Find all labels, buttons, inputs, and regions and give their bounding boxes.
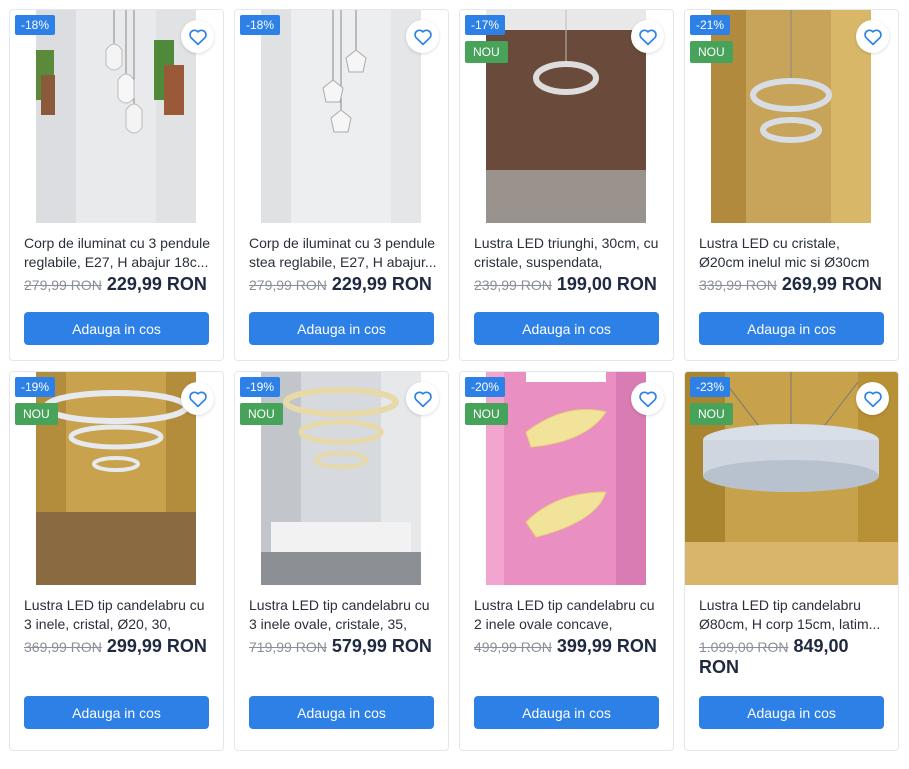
old-price: 369,99 RON: [24, 639, 102, 655]
heart-outline-icon: [638, 391, 657, 407]
new-badge: NOU: [465, 403, 508, 425]
product-photo: [36, 372, 196, 585]
product-card[interactable]: -21% NOU Lustra LED cu cristale, Ø20cm i…: [684, 9, 899, 361]
discount-badge: -17%: [465, 15, 506, 35]
product-card[interactable]: -17% NOU Lustra LED triunghi, 30cm, cu c…: [459, 9, 674, 361]
discount-badge: -18%: [240, 15, 281, 35]
favorite-button[interactable]: [631, 382, 664, 415]
product-title[interactable]: Lustra LED tip candelabru cu 3 inele, cr…: [24, 596, 212, 634]
product-image[interactable]: -17% NOU: [460, 10, 673, 223]
product-image[interactable]: -19% NOU: [10, 372, 223, 585]
new-badge: NOU: [690, 41, 733, 63]
product-card[interactable]: -20% NOU Lustra LED tip candelabru cu 2 …: [459, 371, 674, 751]
add-to-cart-button[interactable]: Adauga in cos: [24, 696, 209, 729]
new-badge: NOU: [465, 41, 508, 63]
product-image[interactable]: -23% NOU: [685, 372, 898, 585]
heart-outline-icon: [413, 29, 432, 45]
current-price: 399,99 RON: [556, 636, 657, 656]
product-card[interactable]: -19% NOU Lustra LED tip candelabru cu 3 …: [9, 371, 224, 751]
price-block: 279,99 RON 229,99 RON: [24, 274, 214, 295]
current-price: 229,99 RON: [331, 274, 432, 294]
product-title[interactable]: Lustra LED tip candelabru cu 3 inele ova…: [249, 596, 437, 634]
product-photo: [486, 372, 646, 585]
old-price: 279,99 RON: [249, 277, 327, 293]
product-title[interactable]: Lustra LED cu cristale, Ø20cm inelul mic…: [699, 234, 887, 272]
price-block: 499,99 RON 399,99 RON: [474, 636, 664, 657]
old-price: 719,99 RON: [249, 639, 327, 655]
current-price: 229,99 RON: [106, 274, 207, 294]
old-price: 499,99 RON: [474, 639, 552, 655]
add-to-cart-button[interactable]: Adauga in cos: [249, 696, 434, 729]
product-card[interactable]: -18% Corp de iluminat cu 3 pendule regla…: [9, 9, 224, 361]
product-card[interactable]: -19% NOU Lustra LED tip candelabru cu 3 …: [234, 371, 449, 751]
old-price: 279,99 RON: [24, 277, 102, 293]
favorite-button[interactable]: [406, 382, 439, 415]
old-price: 339,99 RON: [699, 277, 777, 293]
product-image[interactable]: -18%: [10, 10, 223, 223]
old-price: 1.099,00 RON: [699, 639, 789, 655]
price-block: 339,99 RON 269,99 RON: [699, 274, 889, 295]
heart-outline-icon: [863, 29, 882, 45]
favorite-button[interactable]: [856, 20, 889, 53]
product-grid: -18% Corp de iluminat cu 3 pendule regla…: [9, 9, 900, 769]
current-price: 579,99 RON: [331, 636, 432, 656]
price-block: 719,99 RON 579,99 RON: [249, 636, 439, 657]
heart-outline-icon: [638, 29, 657, 45]
discount-badge: -23%: [690, 377, 731, 397]
add-to-cart-button[interactable]: Adauga in cos: [474, 312, 659, 345]
product-photo: [486, 10, 646, 223]
new-badge: NOU: [690, 403, 733, 425]
current-price: 299,99 RON: [106, 636, 207, 656]
new-badge: NOU: [240, 403, 283, 425]
favorite-button[interactable]: [406, 20, 439, 53]
product-title[interactable]: Lustra LED triunghi, 30cm, cu cristale, …: [474, 234, 662, 272]
product-title[interactable]: Lustra LED tip candelabru Ø80cm, H corp …: [699, 596, 887, 634]
new-badge: NOU: [15, 403, 58, 425]
heart-outline-icon: [863, 391, 882, 407]
product-title[interactable]: Corp de iluminat cu 3 pendule reglabile,…: [24, 234, 212, 272]
heart-outline-icon: [188, 29, 207, 45]
product-image[interactable]: -18%: [235, 10, 448, 223]
favorite-button[interactable]: [181, 20, 214, 53]
product-card[interactable]: -23% NOU Lustra LED tip candelabru Ø80cm…: [684, 371, 899, 751]
price-block: 369,99 RON 299,99 RON: [24, 636, 214, 657]
price-block: 1.099,00 RON 849,00 RON: [699, 636, 889, 678]
favorite-button[interactable]: [631, 20, 664, 53]
add-to-cart-button[interactable]: Adauga in cos: [249, 312, 434, 345]
product-photo: [261, 10, 421, 223]
old-price: 239,99 RON: [474, 277, 552, 293]
heart-outline-icon: [413, 391, 432, 407]
add-to-cart-button[interactable]: Adauga in cos: [699, 312, 884, 345]
product-image[interactable]: -19% NOU: [235, 372, 448, 585]
add-to-cart-button[interactable]: Adauga in cos: [699, 696, 884, 729]
product-photo: [36, 10, 196, 223]
product-title[interactable]: Lustra LED tip candelabru cu 2 inele ova…: [474, 596, 662, 634]
discount-badge: -19%: [240, 377, 281, 397]
add-to-cart-button[interactable]: Adauga in cos: [474, 696, 659, 729]
product-image[interactable]: -20% NOU: [460, 372, 673, 585]
product-photo: [261, 372, 421, 585]
favorite-button[interactable]: [856, 382, 889, 415]
product-photo: [711, 10, 871, 223]
discount-badge: -19%: [15, 377, 56, 397]
product-title[interactable]: Corp de iluminat cu 3 pendule stea regla…: [249, 234, 437, 272]
current-price: 199,00 RON: [556, 274, 657, 294]
price-block: 239,99 RON 199,00 RON: [474, 274, 664, 295]
product-image[interactable]: -21% NOU: [685, 10, 898, 223]
favorite-button[interactable]: [181, 382, 214, 415]
add-to-cart-button[interactable]: Adauga in cos: [24, 312, 209, 345]
heart-outline-icon: [188, 391, 207, 407]
discount-badge: -18%: [15, 15, 56, 35]
discount-badge: -21%: [690, 15, 731, 35]
product-card[interactable]: -18% Corp de iluminat cu 3 pendule stea …: [234, 9, 449, 361]
price-block: 279,99 RON 229,99 RON: [249, 274, 439, 295]
discount-badge: -20%: [465, 377, 506, 397]
current-price: 269,99 RON: [781, 274, 882, 294]
